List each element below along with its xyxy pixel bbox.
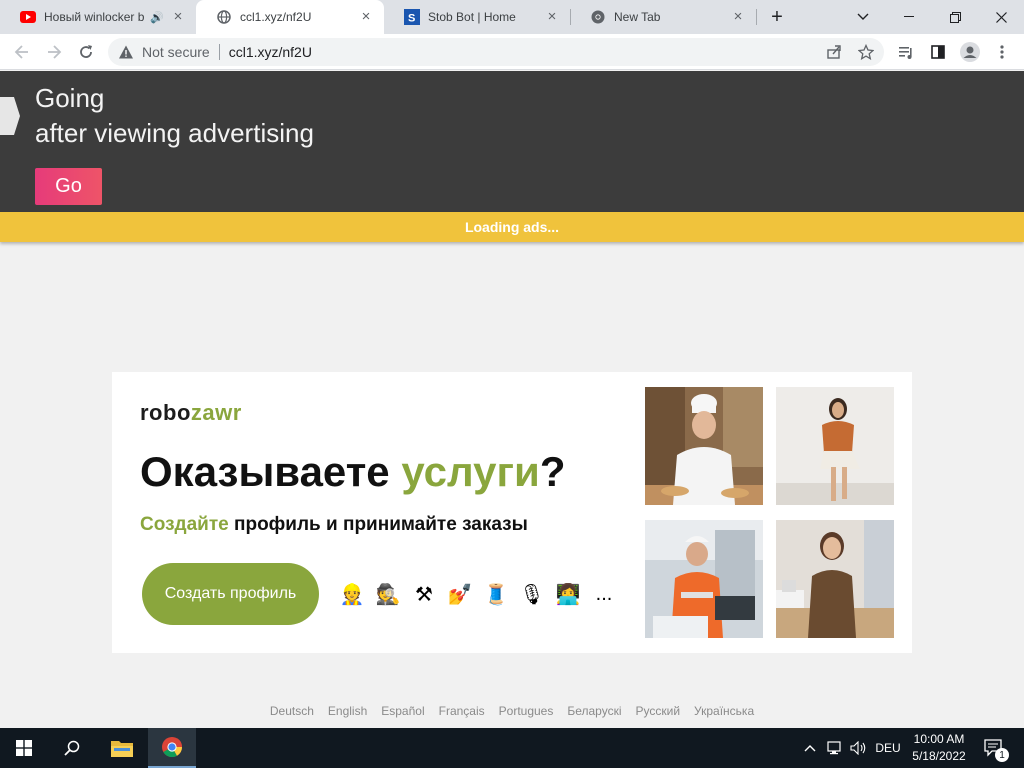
address-bar[interactable]: Not secure ccl1.xyz/nf2U [108,38,884,66]
detective-icon: 🕵 [375,583,401,606]
new-tab-icon[interactable]: + [755,0,799,34]
menu-kebab-icon[interactable] [988,38,1016,66]
thread-icon: 🧵 [483,583,509,606]
builder-icon: 👷 [339,583,365,606]
omnibox-divider [218,44,220,60]
tab-youtube[interactable]: Новый winlocker b 🔊 × [0,0,196,34]
search-icon[interactable] [48,728,96,768]
brand-text-2: zawr [190,400,242,425]
clock-time: 10:00 AM [913,732,965,746]
network-icon[interactable] [824,728,846,768]
lang-link-pt[interactable]: Portugues [499,704,554,718]
chrome-icon [590,9,606,25]
microphone-icon: 🎙 [519,583,545,606]
lang-link-fr[interactable]: Français [439,704,485,718]
volume-icon[interactable] [848,728,870,768]
tab-title: Stob Bot | Home [428,10,516,24]
sub-text: профиль и принимайте заказы [228,514,528,535]
tab-title: New Tab [614,10,661,24]
taskbar: DEU 10:00 AM 5/18/2022 1 [0,728,1024,768]
lang-link-de[interactable]: Deutsch [270,704,314,718]
tools-icon: ⚒ [415,583,433,606]
technologist-icon: 👩‍💻 [555,583,581,606]
tab-strip: Новый winlocker b 🔊 × ccl1.xyz/nf2U × S … [0,0,1024,34]
minimize-icon[interactable] [886,0,932,34]
page-content: Going after viewing advertising Go Loadi… [0,71,1024,728]
restore-icon[interactable] [932,0,978,34]
tab-ccl1[interactable]: ccl1.xyz/nf2U × [196,0,384,34]
loading-bar: Loading ads... [0,212,1024,242]
redirect-header: Going after viewing advertising Go [0,71,1024,212]
arrow-icon [0,97,20,135]
ad-headline: Оказываете услуги? [140,448,565,496]
speaker-icon[interactable]: 🔊 [150,11,164,24]
clock[interactable]: 10:00 AM 5/18/2022 [904,731,974,765]
close-icon[interactable]: × [358,9,374,25]
url-text[interactable]: ccl1.xyz/nf2U [229,44,312,60]
youtube-icon [20,9,36,25]
headline-highlight: услуги [401,448,540,495]
language-links: Deutsch English Español Français Portugu… [0,704,1024,718]
brand-logo[interactable]: robozawr [140,400,242,426]
loading-label: Loading ads... [464,219,560,235]
create-profile-button[interactable]: Создать профиль [142,563,319,625]
profession-emoji-row: 👷 🕵 ⚒ 💅 🧵 🎙 👩‍💻 ... [338,580,618,608]
ad-subheadline: Создайте профиль и принимайте заказы [140,514,528,536]
globe-icon [216,9,232,25]
share-icon[interactable] [820,38,848,66]
tab-stob-bot[interactable]: S Stob Bot | Home × [384,0,570,34]
lang-link-es[interactable]: Español [381,704,424,718]
brand-text-1: robo [140,400,191,425]
hero-subtitle: after viewing advertising [35,118,314,148]
notification-count-badge: 1 [995,748,1009,762]
side-panel-icon[interactable] [924,38,952,66]
clock-date: 5/18/2022 [912,749,966,763]
lang-link-uk[interactable]: Українська [694,704,754,718]
chevron-up-icon[interactable] [800,728,820,768]
close-window-icon[interactable] [978,0,1024,34]
browser-toolbar: Not secure ccl1.xyz/nf2U [0,34,1024,70]
ellipsis-icon: ... [595,582,613,605]
forward-icon[interactable] [40,38,68,66]
hero-title: Going [35,83,105,113]
lang-link-ru[interactable]: Русский [636,704,681,718]
back-icon[interactable] [8,38,36,66]
file-explorer-icon[interactable] [98,728,146,768]
go-button[interactable]: Go [35,168,102,205]
bookmark-star-icon[interactable] [852,38,880,66]
tailor-photo [776,520,894,638]
close-icon[interactable]: × [544,9,560,25]
lang-link-en[interactable]: English [328,704,367,718]
notification-icon[interactable]: 1 [980,728,1009,768]
tab-title: Новый winlocker b [44,10,145,24]
stob-icon: S [404,9,420,25]
headline-end: ? [539,448,566,495]
nail-polish-icon: 💅 [447,583,473,606]
chef-photo [645,387,763,505]
start-windows-icon[interactable] [0,728,48,768]
close-icon[interactable]: × [170,9,186,25]
tab-search-icon[interactable] [840,0,886,34]
woman-photo [776,387,894,505]
engineer-photo [645,520,763,638]
close-icon[interactable]: × [730,9,746,25]
profile-icon[interactable] [956,38,984,66]
security-label[interactable]: Not secure [142,44,210,60]
ad-banner[interactable]: robozawr Оказываете услуги? Создайте про… [112,372,912,653]
reload-icon[interactable] [72,38,100,66]
tab-new-tab[interactable]: New Tab × [570,0,756,34]
media-queue-icon[interactable] [892,38,920,66]
headline-text: Оказываете [140,448,402,495]
lang-link-be[interactable]: Беларускі [567,704,621,718]
svg-text:S: S [408,13,415,25]
input-language-indicator[interactable]: DEU [872,728,904,768]
chrome-taskbar-icon[interactable] [148,728,196,768]
tab-title: ccl1.xyz/nf2U [240,10,312,24]
warning-icon[interactable] [118,44,134,60]
sub-highlight: Создайте [140,514,229,535]
